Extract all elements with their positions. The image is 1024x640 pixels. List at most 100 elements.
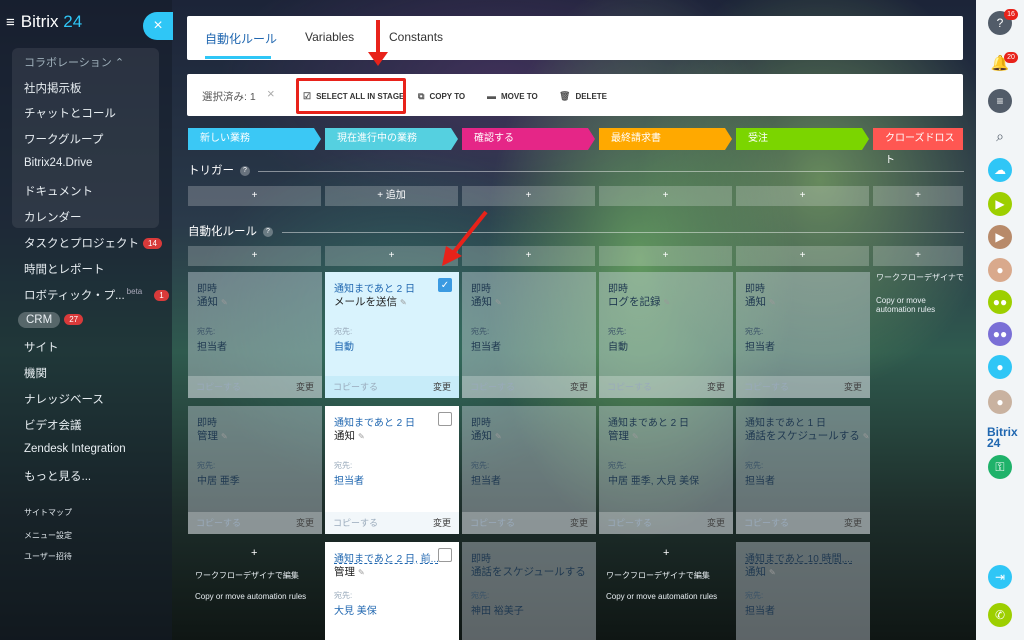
designer-link[interactable]: ワークフローデザイナで編集 [606, 570, 710, 581]
rule-card[interactable]: 通知まであと 1 日 通話をスケジュールする ✎ 宛先: 担当者 コピーする 変更 [736, 406, 870, 534]
app-logo[interactable]: ≡ Bitrix 24 [6, 12, 82, 32]
chat-icon[interactable]: ≡ [988, 89, 1012, 113]
change-link[interactable]: 変更 [433, 516, 451, 529]
change-link[interactable]: 変更 [707, 380, 725, 393]
edit-pencil-icon[interactable]: ✎ [664, 298, 671, 307]
edit-pencil-icon[interactable]: ✎ [495, 298, 502, 307]
tab-automation-rules[interactable]: 自動化ルール [205, 30, 277, 47]
copy-link[interactable]: コピーする [196, 380, 241, 393]
tab-variables[interactable]: Variables [305, 30, 354, 44]
move-to-button[interactable]: ▬ MOVE TO [487, 91, 538, 101]
contact-avatar[interactable]: ● [988, 390, 1012, 414]
sidebar-item-zendesk[interactable]: Zendesk Integration [24, 443, 126, 455]
copy-link[interactable]: コピーする [607, 516, 652, 529]
rule-card[interactable]: 即時 管理 ✎ 宛先: 中居 亜季 コピーする 変更 [188, 406, 322, 534]
edit-pencil-icon[interactable]: ✎ [400, 298, 407, 307]
stage-in-progress[interactable]: 現在進行中の業務 [325, 128, 458, 150]
sidebar-item-calendar[interactable]: カレンダー [24, 209, 82, 225]
change-link[interactable]: 変更 [433, 380, 451, 393]
rule-card[interactable]: 即時 通話をスケジュールする 宛先: 神田 裕美子 [462, 542, 596, 640]
sidebar-item-feed[interactable]: 社内掲示板 [24, 80, 82, 96]
sidebar-item-sites[interactable]: サイト [24, 339, 59, 355]
trigger-add-button[interactable]: + [462, 186, 595, 206]
user-clock-icon[interactable]: ● [988, 355, 1012, 379]
edit-pencil-icon[interactable]: ✎ [632, 432, 639, 441]
clear-selection-icon[interactable]: × [267, 86, 275, 101]
edit-pencil-icon[interactable]: ✎ [358, 568, 365, 577]
card-checkbox-checked[interactable]: ✓ [438, 278, 452, 292]
exit-icon[interactable]: ⇥ [988, 565, 1012, 589]
rule-card[interactable]: 即時 通知 ✎ 宛先: 担当者 コピーする 変更 [462, 406, 596, 534]
stage-review[interactable]: 確認する [462, 128, 595, 150]
video-icon[interactable]: ▶ [988, 192, 1012, 216]
stage-new[interactable]: 新しい業務 [188, 128, 321, 150]
change-link[interactable]: 変更 [844, 516, 862, 529]
edit-pencil-icon[interactable]: ✎ [863, 432, 870, 441]
rule-card-selected[interactable]: 通知まであと 2 日 メールを送信 ✎ 宛先: 自動 コピーする 変更 ✓ [325, 272, 459, 398]
change-link[interactable]: 変更 [296, 380, 314, 393]
trigger-add-button[interactable]: + [188, 186, 321, 206]
group-icon[interactable]: ●● [988, 290, 1012, 314]
rule-add-button[interactable]: + [599, 246, 732, 266]
change-link[interactable]: 変更 [707, 516, 725, 529]
sidebar-item-workgroups[interactable]: ワークグループ [24, 131, 103, 147]
change-link[interactable]: 変更 [296, 516, 314, 529]
stage-final-invoice[interactable]: 最終請求書 [599, 128, 732, 150]
sidebar-item-tasks[interactable]: タスクとプロジェクト 14 [24, 235, 162, 251]
phone-icon[interactable]: ✆ [988, 603, 1012, 627]
copy-link[interactable]: コピーする [744, 380, 789, 393]
trigger-add-button[interactable]: + [736, 186, 869, 206]
rule-card[interactable]: 通知まであと 2 日 通知 ✎ 宛先: 担当者 コピーする 変更 [325, 406, 459, 534]
copy-link[interactable]: コピーする [196, 516, 241, 529]
lock-icon[interactable]: ⚿ [988, 455, 1012, 479]
hamburger-icon[interactable]: ≡ [6, 14, 15, 31]
sidebar-item-knowledge[interactable]: ナレッジベース [24, 391, 104, 407]
rule-add-button[interactable]: + [188, 246, 321, 266]
sidebar-item-drive[interactable]: Bitrix24.Drive [24, 157, 92, 169]
copy-link[interactable]: コピーする [607, 380, 652, 393]
team-icon[interactable]: ●● [988, 322, 1012, 346]
change-link[interactable]: 変更 [570, 380, 588, 393]
rule-add-button[interactable]: + [325, 246, 458, 266]
designer-link[interactable]: ワークフローデザイナで編集 [195, 570, 299, 581]
copy-link[interactable]: コピーする [470, 380, 515, 393]
rule-add-button[interactable]: + [736, 246, 869, 266]
rule-card[interactable]: 即時 ログを記録 ✎ 宛先: 自動 コピーする 変更 [599, 272, 733, 398]
add-rule-plus[interactable]: + [663, 547, 669, 559]
copymove-link[interactable]: Copy or move automation rules [606, 592, 717, 601]
sidebar-item-more[interactable]: もっと見る... [24, 468, 91, 484]
copy-link[interactable]: コピーする [470, 516, 515, 529]
sidebar-item-video[interactable]: ビデオ会議 [24, 417, 82, 433]
edit-pencil-icon[interactable]: ✎ [221, 432, 228, 441]
card-checkbox[interactable] [438, 412, 452, 426]
sidebar-item-chat[interactable]: チャットとコール [24, 105, 116, 121]
edit-pencil-icon[interactable]: ✎ [769, 298, 776, 307]
edit-pencil-icon[interactable]: ✎ [769, 568, 776, 577]
trigger-add-button[interactable]: + [873, 186, 963, 206]
rule-card[interactable]: 即時 通知 ✎ 宛先: 担当者 コピーする 変更 [736, 272, 870, 398]
sidebar-item-crm[interactable]: CRM 27 [18, 312, 84, 328]
delete-button[interactable]: 🗑 DELETE [559, 91, 607, 102]
menu-settings-link[interactable]: メニュー設定 [24, 530, 72, 541]
trigger-add-button[interactable]: + [599, 186, 732, 206]
edit-pencil-icon[interactable]: ✎ [358, 432, 365, 441]
rule-card[interactable]: 通知まであと 10 時間,... 通知 ✎ 宛先: 担当者 [736, 542, 870, 640]
tab-constants[interactable]: Constants [389, 30, 443, 44]
change-link[interactable]: 変更 [844, 380, 862, 393]
bitrix24-icon[interactable]: Bitrix 24 [987, 426, 1018, 450]
card-checkbox[interactable] [438, 548, 452, 562]
cloud-icon[interactable]: ☁ [988, 158, 1012, 182]
stage-lost[interactable]: クローズドロスト [873, 128, 963, 166]
copymove-link[interactable]: Copy or move automation rules [195, 592, 306, 601]
trigger-add-button[interactable]: + 追加 [325, 186, 458, 206]
group-header-collaboration[interactable]: コラボレーション ⌃ [24, 54, 124, 70]
change-link[interactable]: 変更 [570, 516, 588, 529]
sidebar-item-company[interactable]: 機関 [24, 365, 47, 381]
lost-stage-designer-link[interactable]: ワークフローデザイナで [876, 272, 966, 283]
search-icon[interactable]: ⌕ [988, 124, 1012, 148]
copy-link[interactable]: コピーする [744, 516, 789, 529]
add-rule-plus[interactable]: + [251, 547, 257, 559]
rule-card[interactable]: 即時 通知 ✎ 宛先: 担当者 コピーする 変更 [462, 272, 596, 398]
rule-card[interactable]: 即時 通知 ✎ 宛先: 担当者 コピーする 変更 [188, 272, 322, 398]
rule-add-button[interactable]: + [873, 246, 963, 266]
